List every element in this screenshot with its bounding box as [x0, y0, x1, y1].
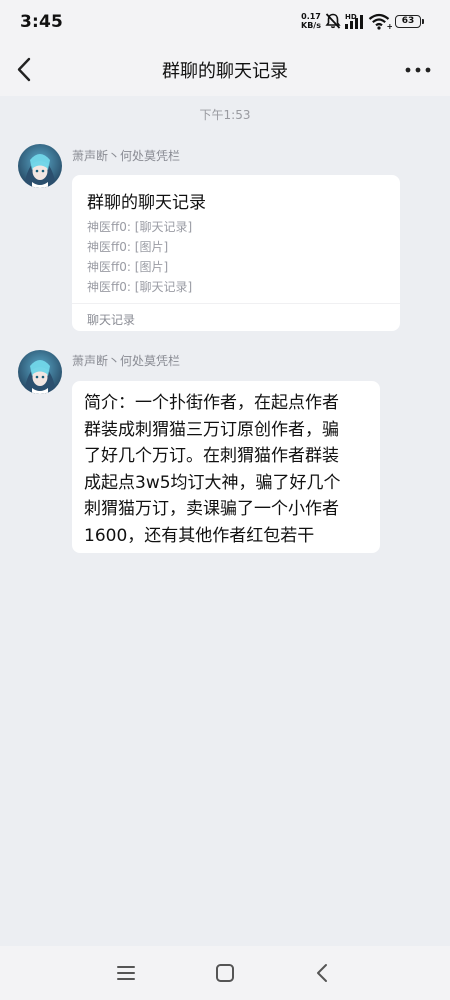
mute-icon [325, 13, 341, 29]
home-button[interactable] [212, 960, 238, 986]
status-bar: 3:45 0.17 KB/s HD + 63 [0, 0, 450, 44]
card-preview-line: 神医ff0: [聊天记录] [87, 280, 193, 294]
message-text-line: 成起点3w5均订大神，骗了好几个 [84, 472, 341, 493]
chat-area[interactable]: 下午1:53 萧声断丶何处莫凭栏 群聊的聊天记录 神医ff0: [聊天记录] 神… [0, 96, 450, 946]
network-speed: 0.17 KB/s [298, 12, 324, 30]
message-text-line: 1600，还有其他作者红包若干 [84, 525, 315, 546]
message-text-line: 群装成刺猬猫三万订原创作者，骗 [84, 419, 339, 440]
svg-text:+: + [387, 22, 393, 30]
page-title: 群聊的聊天记录 [162, 61, 288, 82]
wifi-icon: + [368, 13, 392, 30]
more-dots-icon [405, 67, 431, 73]
card-preview-line: 神医ff0: [聊天记录] [87, 220, 193, 234]
status-time: 3:45 [20, 12, 64, 32]
signal-icon [345, 15, 363, 29]
card-title: 群聊的聊天记录 [87, 193, 206, 213]
card-divider [72, 303, 400, 304]
message-timestamp: 下午1:53 [199, 108, 251, 122]
back-triangle-icon [317, 964, 327, 982]
card-preview-line: 神医ff0: [图片] [87, 240, 169, 254]
sender-name: 萧声断丶何处莫凭栏 [72, 354, 181, 368]
recent-apps-button[interactable] [113, 960, 139, 986]
avatar[interactable] [18, 350, 62, 394]
system-back-button[interactable] [309, 960, 335, 986]
battery-tip [422, 19, 424, 24]
message-text-line: 刺猬猫万订，卖课骗了一个小作者 [84, 499, 339, 519]
forwarded-chat-card[interactable]: 群聊的聊天记录 神医ff0: [聊天记录] 神医ff0: [图片] 神医ff0:… [72, 175, 400, 331]
card-footer-label: 聊天记录 [87, 313, 136, 327]
text-message-bubble[interactable]: 简介：一个扑街作者，在起点作者 群装成刺猬猫三万订原创作者，骗 了好几个万订。在… [72, 381, 380, 553]
message-text-line: 简介：一个扑街作者，在起点作者 [84, 393, 339, 413]
home-icon [216, 964, 234, 982]
more-options-button[interactable] [400, 54, 436, 86]
menu-icon [117, 966, 135, 980]
battery-icon: 63 [395, 15, 421, 28]
avatar[interactable] [18, 144, 62, 188]
card-preview-line: 神医ff0: [图片] [87, 260, 169, 274]
system-navigation-bar [0, 946, 450, 1000]
network-speed-unit: KB/s [301, 21, 321, 30]
message-text-line: 了好几个万订。在刺猬猫作者群装 [84, 446, 339, 466]
network-speed-value: 0.17 [301, 12, 321, 21]
header-bar: 群聊的聊天记录 [0, 44, 450, 96]
sender-name: 萧声断丶何处莫凭栏 [72, 149, 181, 163]
